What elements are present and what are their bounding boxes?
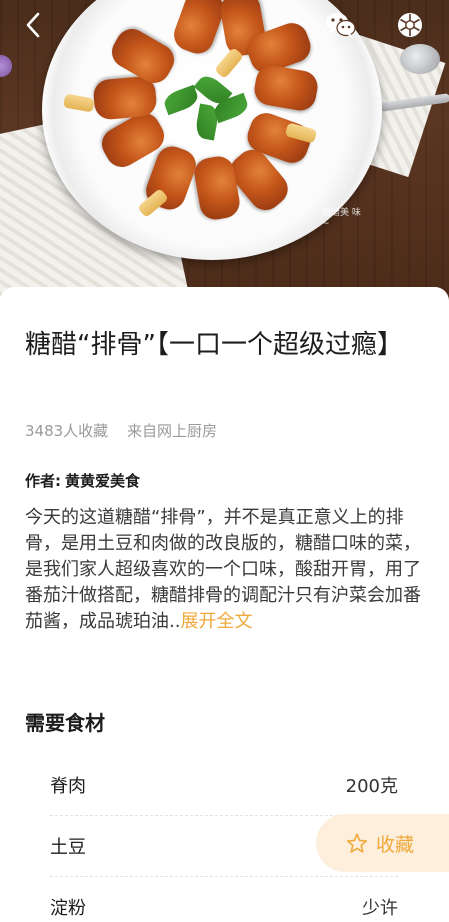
recipe-meta: 3483人收藏 来自网上厨房 (25, 420, 217, 441)
back-button[interactable] (16, 8, 50, 42)
share-moments-button[interactable] (393, 8, 427, 42)
author-line[interactable]: 作者: 黄黄爱美食 (25, 470, 140, 491)
collect-label: 收藏 (376, 833, 415, 856)
recipe-source: 来自网上厨房 (126, 422, 217, 440)
recipe-title: 糖醋“排骨”【一口一个超级过瘾】 (25, 330, 403, 360)
ingredients-section-title: 需要食材 (25, 711, 105, 735)
moments-icon (398, 13, 422, 37)
expand-full-text-link[interactable]: 展开全文 (180, 611, 252, 632)
recipe-description: 今天的这道糖醋“排骨”，并不是真正意义上的排骨，是用土豆和肉做的改良版的，糖醋口… (25, 505, 425, 635)
ingredient-row: 淀粉 少许 (50, 876, 398, 922)
ingredient-name: 淀粉 (50, 897, 86, 919)
ingredient-name: 土豆 (50, 836, 86, 858)
favorites-count: 3483人收藏 (25, 422, 109, 440)
wechat-icon (326, 13, 356, 38)
star-outline-icon (346, 833, 368, 854)
recipe-detail-card: 糖醋“排骨”【一口一个超级过瘾】 3483人收藏 来自网上厨房 作者: 黄黄爱美食… (0, 287, 449, 922)
ingredient-name: 脊肉 (50, 775, 86, 797)
image-watermark: 糖醋美 味~ (322, 208, 361, 229)
author-name[interactable]: 黄黄爱美食 (65, 472, 140, 490)
spoon-decor (400, 44, 440, 74)
ingredient-row: 脊肉 200克 (50, 754, 398, 815)
collect-button[interactable]: 收藏 (316, 814, 449, 872)
ingredient-quantity: 少许 (362, 897, 398, 919)
share-wechat-button[interactable] (324, 8, 358, 42)
recipe-hero-image: 糖醋美 味~ (0, 0, 449, 300)
ingredient-quantity: 200克 (345, 775, 398, 797)
author-label: 作者: (25, 472, 61, 490)
flower-decor (0, 55, 12, 77)
chevron-left-icon (26, 12, 40, 38)
